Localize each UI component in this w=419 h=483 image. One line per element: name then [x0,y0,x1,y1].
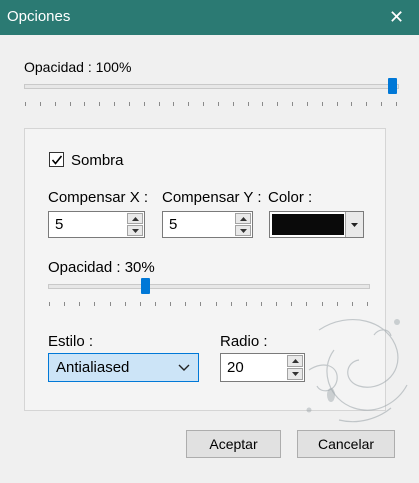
color-picker[interactable] [269,211,364,238]
shadow-opacity-slider-ticks [48,294,368,306]
offset-y-decrement[interactable] [235,225,251,236]
radius-label: Radio : [220,333,268,350]
opacity-slider-track [24,84,399,89]
opacity-label: Opacidad : 100% [24,59,132,75]
style-dropdown-value: Antialiased [56,359,130,376]
shadow-opacity-label: Opacidad : 30% [48,259,155,276]
arrow-down-icon [239,228,247,233]
shadow-checkbox[interactable] [49,152,64,167]
color-label: Color : [268,189,313,206]
opacity-slider[interactable] [24,78,399,106]
close-icon: ✕ [388,7,405,27]
chevron-down-icon [178,364,190,371]
shadow-opacity-slider-thumb[interactable] [141,278,150,294]
accept-button[interactable]: Aceptar [186,430,281,458]
offset-x-spinbox[interactable]: 5 [48,211,145,238]
opacity-slider-ticks [24,94,397,106]
decorative-watermark [306,319,408,423]
style-dropdown[interactable]: Antialiased [48,353,199,382]
window-title: Opciones [7,8,71,25]
color-swatch [272,214,344,235]
offset-y-label: Compensar Y : [162,189,262,206]
arrow-down-icon [131,228,139,233]
shadow-opacity-slider-track [48,284,370,289]
offset-y-increment[interactable] [235,213,251,224]
offset-y-spin-buttons [235,213,251,236]
offset-x-value: 5 [55,216,64,233]
offset-y-spinbox[interactable]: 5 [162,211,253,238]
offset-x-spin-buttons [127,213,143,236]
offset-x-decrement[interactable] [127,225,143,236]
arrow-up-icon [131,216,139,221]
radius-value: 20 [227,359,244,376]
offset-x-increment[interactable] [127,213,143,224]
close-button[interactable]: ✕ [374,0,419,35]
style-label: Estilo : [48,333,94,350]
shadow-checkbox-label: Sombra [71,152,124,169]
offset-y-value: 5 [169,216,178,233]
opacity-slider-thumb[interactable] [388,78,397,94]
check-icon [51,155,63,165]
arrow-down-icon [351,222,358,227]
arrow-up-icon [239,216,247,221]
color-dropdown-button[interactable] [345,212,363,237]
offset-x-label: Compensar X : [48,189,149,206]
